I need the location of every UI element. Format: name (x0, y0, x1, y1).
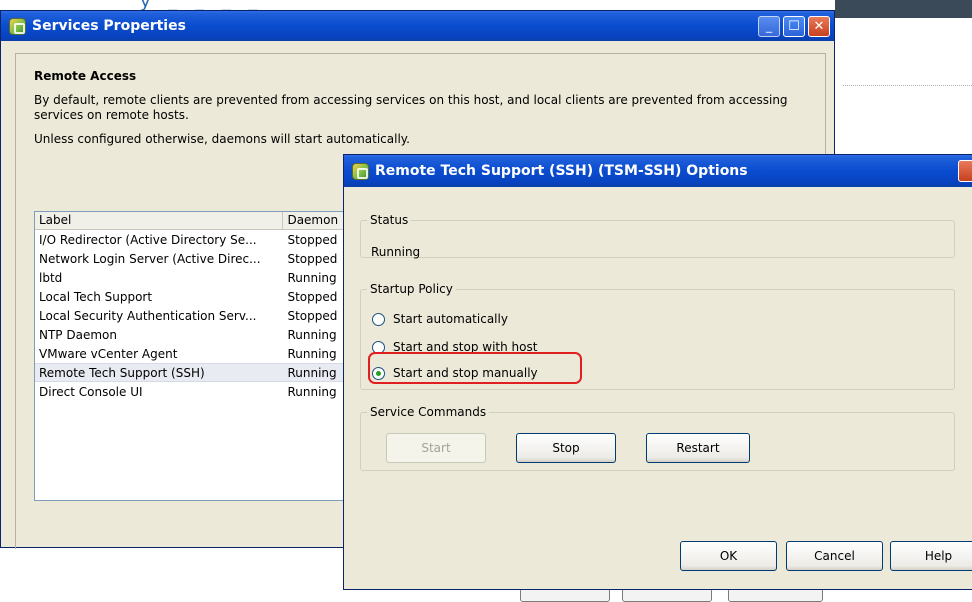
minimize-button[interactable]: _ (758, 15, 780, 37)
service-commands-group: Service Commands Start Stop Restart (360, 405, 955, 471)
ok-button[interactable]: OK (680, 541, 777, 571)
stop-button[interactable]: Stop (516, 433, 616, 463)
column-header-label[interactable]: Label (35, 212, 284, 229)
table-header: Label Daemon (35, 212, 363, 230)
row-label: Network Login Server (Active Direc... (39, 251, 261, 266)
main-window-button-remnant (728, 588, 823, 602)
row-label: I/O Redirector (Active Directory Se... (39, 232, 257, 247)
window-title: Services Properties (32, 18, 186, 34)
row-label: NTP Daemon (39, 327, 117, 342)
maximize-button[interactable]: ☐ (783, 15, 805, 37)
help-button[interactable]: Help (890, 541, 972, 571)
radio-start-automatically[interactable]: Start automatically (372, 312, 508, 326)
section-title: Remote Access (34, 69, 137, 83)
maximize-icon: ☐ (788, 18, 800, 34)
table-row[interactable]: VMware vCenter Agent Running (35, 344, 363, 363)
ssh-options-dialog: Remote Tech Support (SSH) (TSM-SSH) Opti… (343, 154, 972, 590)
row-label: VMware vCenter Agent (39, 346, 178, 361)
vsphere-app-icon (9, 17, 26, 35)
row-label: Local Security Authentication Serv... (39, 308, 257, 323)
minimize-icon: _ (765, 18, 773, 34)
background-toolbar (835, 0, 972, 18)
table-row[interactable]: lbtd Running (35, 268, 363, 287)
cancel-button-label: Cancel (814, 549, 855, 563)
dialog-close-button[interactable] (958, 160, 972, 182)
main-window-button-remnant (622, 588, 712, 602)
start-button-label: Start (421, 441, 451, 455)
table-row[interactable]: I/O Redirector (Active Directory Se... S… (35, 230, 363, 249)
ssh-dialog-title-bar[interactable]: Remote Tech Support (SSH) (TSM-SSH) Opti… (344, 155, 972, 187)
radio-label: Start automatically (393, 312, 508, 326)
table-row-selected[interactable]: Remote Tech Support (SSH) Running (35, 363, 363, 382)
status-legend: Status (370, 213, 409, 227)
annotation-highlight (368, 352, 582, 384)
table-row[interactable]: Local Tech Support Stopped (35, 287, 363, 306)
start-button[interactable]: Start (386, 433, 486, 463)
table-row[interactable]: Direct Console UI Running (35, 382, 363, 401)
row-label: Local Tech Support (39, 289, 153, 304)
row-label: Remote Tech Support (SSH) (39, 365, 205, 380)
stop-button-label: Stop (552, 441, 580, 455)
table-row[interactable]: Local Security Authentication Serv... St… (35, 306, 363, 325)
restart-button-label: Restart (676, 441, 720, 455)
cancel-button[interactable]: Cancel (786, 541, 883, 571)
close-icon: ✕ (813, 18, 825, 34)
daemons-note: Unless configured otherwise, daemons wil… (34, 132, 410, 146)
service-commands-legend: Service Commands (370, 405, 487, 419)
remote-access-description: By default, remote clients are prevented… (34, 93, 788, 122)
table-row[interactable]: Network Login Server (Active Direc... St… (35, 249, 363, 268)
dialog-title: Remote Tech Support (SSH) (TSM-SSH) Opti… (375, 163, 748, 179)
radio-unchecked-icon (372, 312, 385, 326)
restart-button[interactable]: Restart (646, 433, 750, 463)
table-row[interactable]: NTP Daemon Running (35, 325, 363, 344)
close-button[interactable]: ✕ (808, 15, 830, 37)
row-label: Direct Console UI (39, 384, 143, 399)
main-window-button-remnant (520, 588, 610, 602)
ok-button-label: OK (719, 549, 738, 563)
services-properties-title-bar[interactable]: Services Properties _ ☐ ✕ (1, 11, 834, 41)
row-label: lbtd (39, 270, 63, 285)
background-strip (0, 0, 835, 10)
background-divider (843, 85, 972, 86)
status-value: Running (371, 245, 421, 259)
help-button-label: Help (924, 549, 953, 563)
status-group: Status Running (360, 213, 955, 259)
vsphere-app-icon (352, 162, 369, 180)
startup-policy-legend: Startup Policy (370, 282, 453, 296)
services-table: Label Daemon I/O Redirector (Active Dire… (34, 211, 364, 501)
